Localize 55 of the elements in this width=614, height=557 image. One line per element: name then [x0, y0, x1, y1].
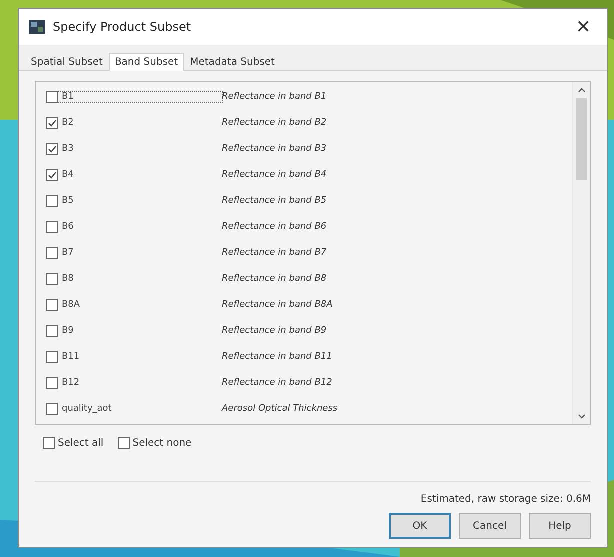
band-description: Reflectance in band B8: [222, 274, 327, 284]
band-description: Reflectance in band B5: [222, 196, 327, 206]
tab[interactable]: Spatial Subset: [25, 53, 109, 71]
band-description: Reflectance in band B1: [222, 92, 327, 102]
band-name: B3: [61, 144, 75, 154]
band-description: Reflectance in band B2: [222, 118, 327, 128]
checkbox[interactable]: [46, 273, 58, 285]
dialog-button[interactable]: Cancel: [459, 513, 521, 539]
band-description: Reflectance in band B6: [222, 222, 327, 232]
checkbox[interactable]: [43, 437, 55, 449]
band-description: Reflectance in band B4: [222, 170, 327, 180]
band-name: B9: [61, 326, 75, 336]
checkbox[interactable]: [46, 221, 58, 233]
band-name: quality_aot: [61, 404, 113, 414]
band-description: Reflectance in band B8A: [222, 300, 333, 310]
window-title: Specify Product Subset: [53, 20, 192, 34]
band-description: Reflectance in band B9: [222, 326, 327, 336]
band-description: Aerosol Optical Thickness: [222, 404, 338, 414]
checkbox[interactable]: [46, 403, 58, 415]
checkbox[interactable]: [118, 437, 130, 449]
checkbox-label: Select none: [132, 438, 192, 448]
checkbox[interactable]: [46, 351, 58, 363]
storage-estimate: Estimated, raw storage size: 0.6M: [420, 494, 591, 505]
dialog-button[interactable]: Help: [529, 513, 591, 539]
scrollbar[interactable]: [572, 82, 590, 424]
checkbox[interactable]: [46, 117, 58, 129]
tab[interactable]: Band Subset: [108, 53, 184, 71]
tab[interactable]: Metadata Subset: [184, 53, 281, 71]
checkbox[interactable]: [46, 325, 58, 337]
band-description: Reflectance in band B11: [222, 352, 332, 362]
band-name: B2: [61, 118, 75, 128]
app-icon: [29, 20, 45, 34]
checkbox[interactable]: [46, 143, 58, 155]
band-name: B6: [61, 222, 75, 232]
checkbox[interactable]: [46, 195, 58, 207]
band-name: B11: [61, 352, 81, 362]
checkbox[interactable]: [46, 169, 58, 181]
scrollbar-thumb[interactable]: [576, 98, 587, 180]
checkbox[interactable]: [46, 377, 58, 389]
checkbox-label: Select all: [58, 438, 104, 448]
band-description: Reflectance in band B3: [222, 144, 327, 154]
checkbox[interactable]: [46, 299, 58, 311]
band-description: Reflectance in band B12: [222, 378, 332, 388]
close-button[interactable]: ✕: [570, 16, 597, 38]
band-name: B12: [61, 378, 81, 388]
band-name: B8: [61, 274, 75, 284]
band-name: B8A: [61, 300, 82, 310]
band-name: B7: [61, 248, 75, 258]
band-description: Reflectance in band B7: [222, 248, 327, 258]
dialog-button[interactable]: OK: [389, 513, 451, 539]
checkbox[interactable]: [46, 91, 58, 103]
band-name: B1: [58, 92, 222, 102]
band-name: B5: [61, 196, 75, 206]
band-name: B4: [61, 170, 75, 180]
checkbox[interactable]: [46, 247, 58, 259]
